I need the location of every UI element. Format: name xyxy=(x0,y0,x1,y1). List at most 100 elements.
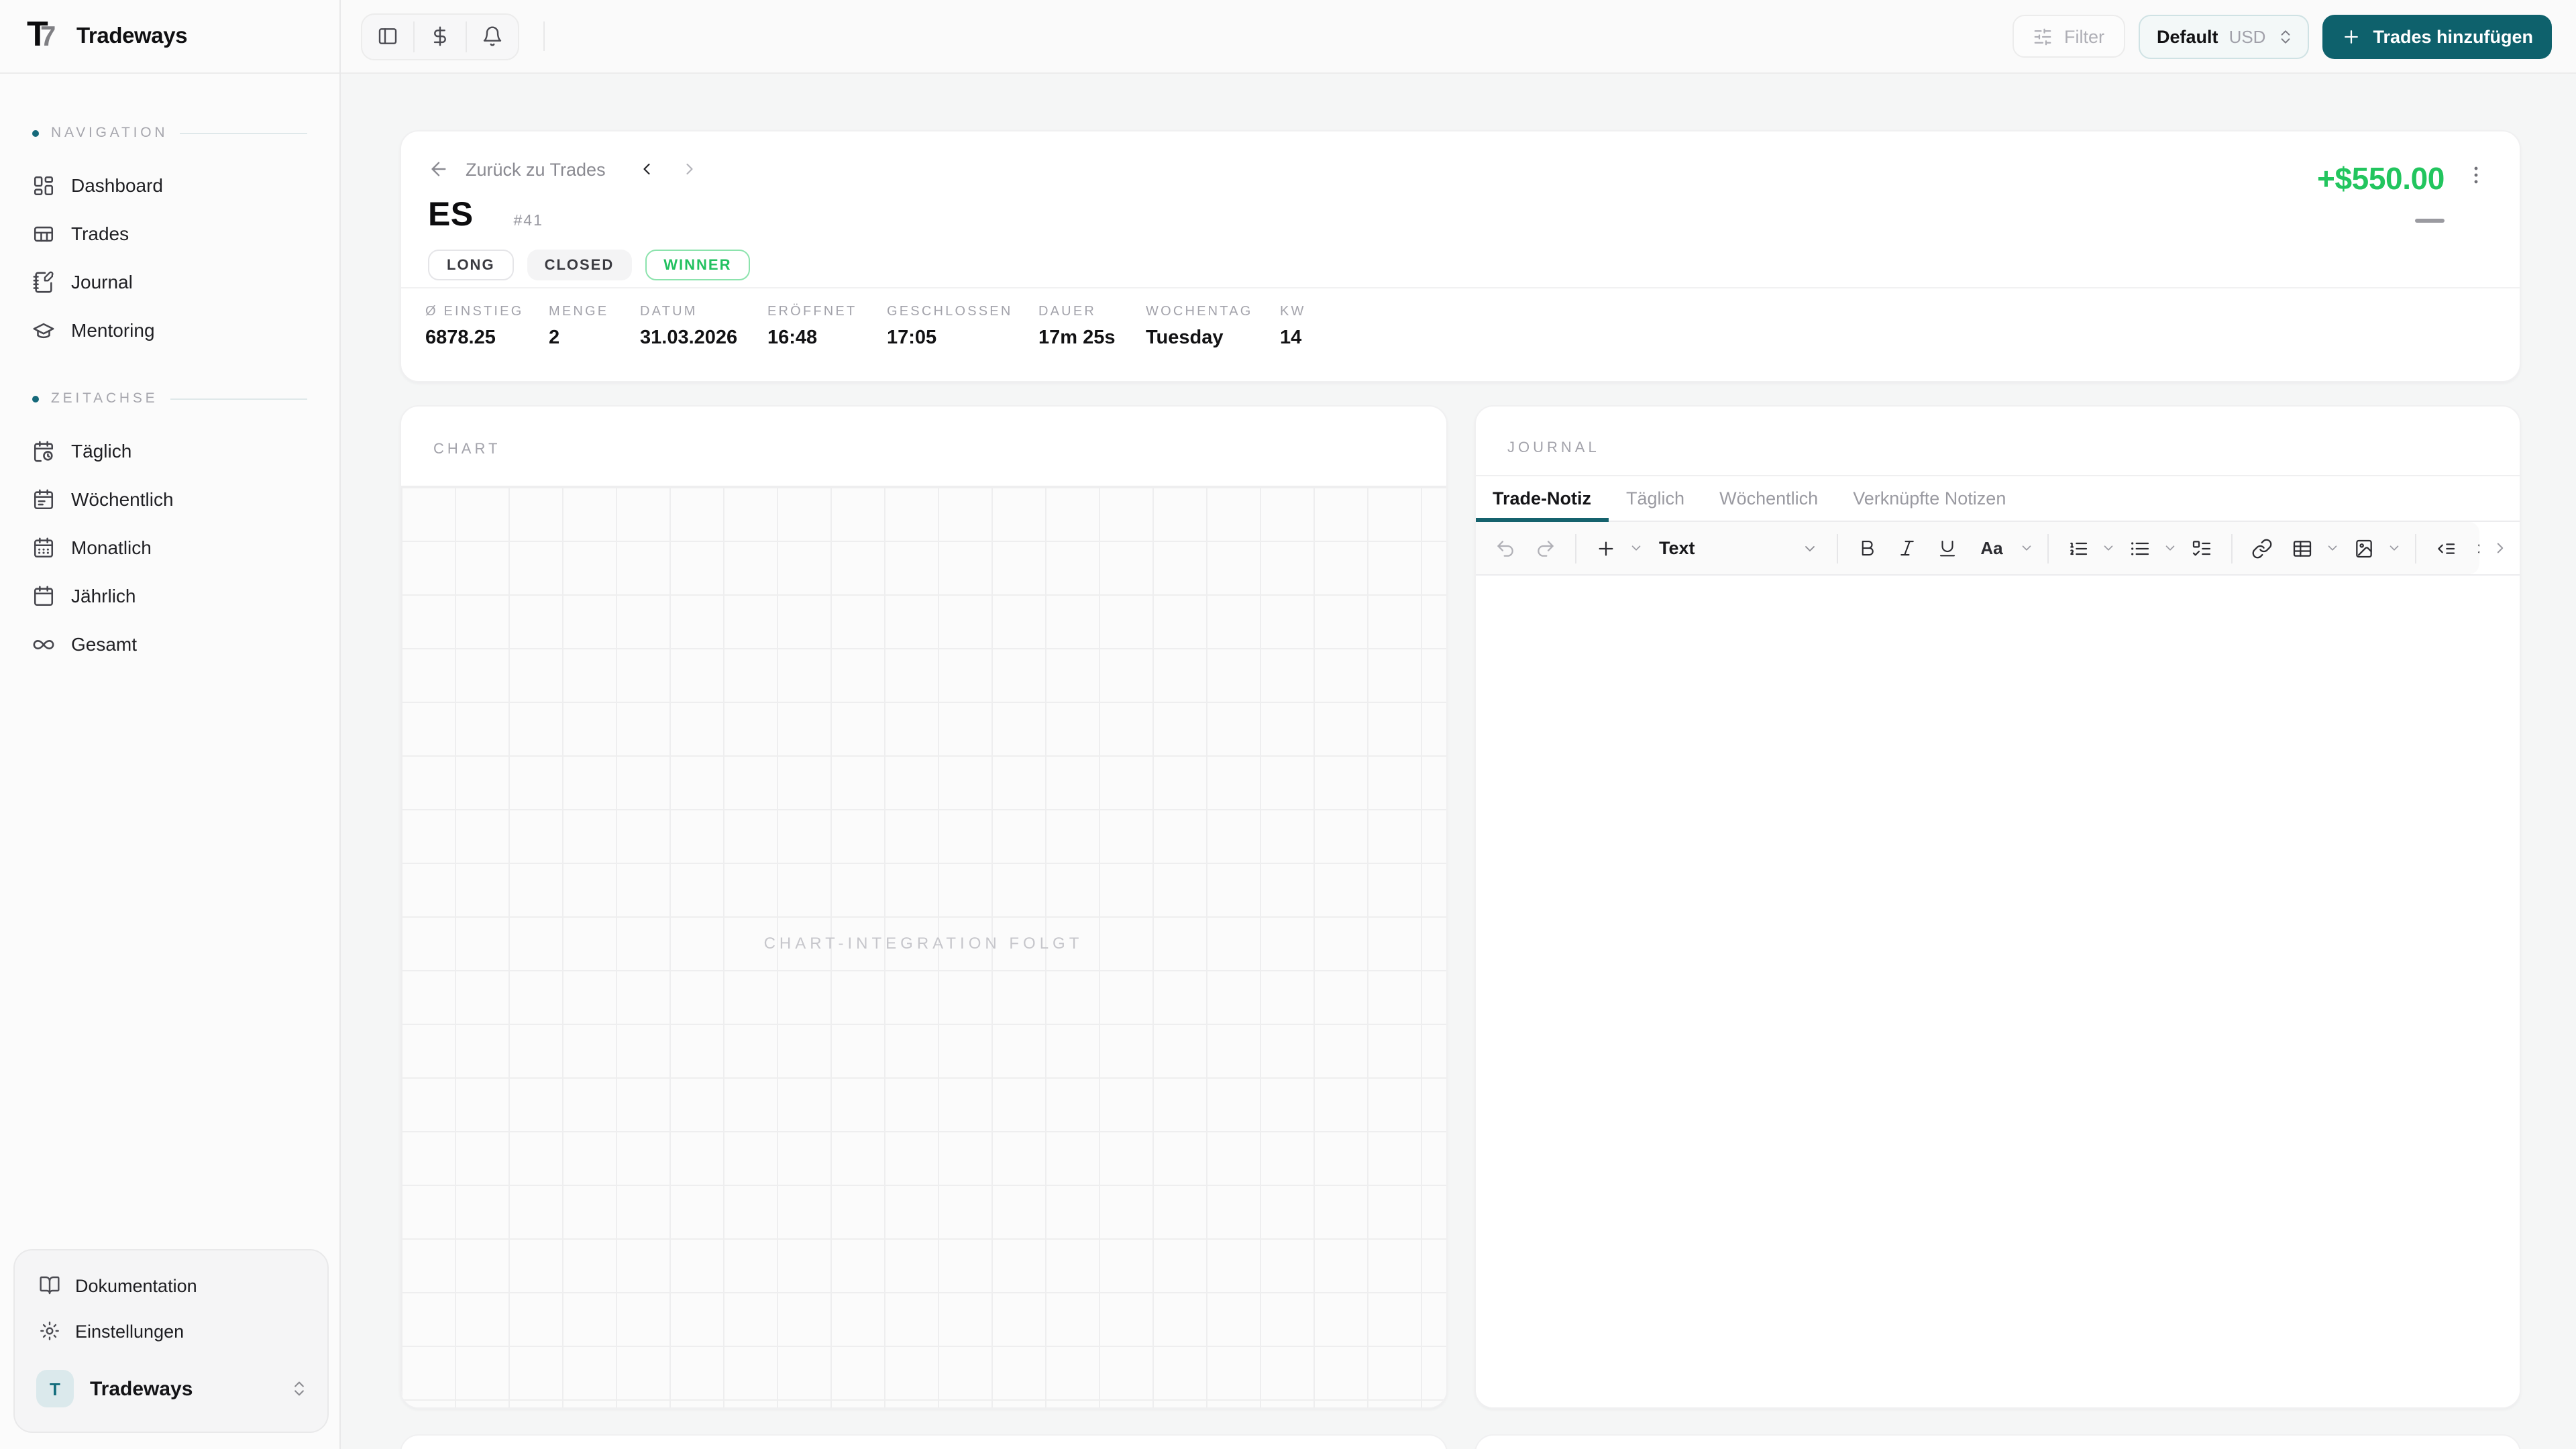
calendar-month-icon xyxy=(34,537,54,557)
link-icon xyxy=(2251,538,2271,558)
account-currency-select[interactable]: Default USD xyxy=(2138,14,2309,58)
text-style-dropdown[interactable]: Text xyxy=(1648,529,1825,567)
chevron-down-icon xyxy=(2165,545,2175,551)
graduation-cap-icon xyxy=(33,322,54,338)
insert-block-button[interactable] xyxy=(1587,529,1624,567)
image-button[interactable] xyxy=(2345,529,2382,567)
sidebar-item-monatlich[interactable]: Monatlich xyxy=(19,523,321,572)
section-title-zeitachse: ZEITACHSE xyxy=(51,390,158,407)
tab-trade-notiz[interactable]: Trade-Notiz xyxy=(1475,476,1609,522)
journal-card: JOURNAL Trade-Notiz Täglich Wöchentlich … xyxy=(1474,405,2521,1409)
previous-trade-chevron-left-icon[interactable] xyxy=(638,160,657,178)
account-switcher[interactable]: T Tradeways xyxy=(28,1362,314,1415)
panel-left-icon xyxy=(378,28,397,44)
sidebar-item-label: Trades xyxy=(71,223,129,244)
editor-toolbar: Text Aa xyxy=(1475,522,2479,574)
sidebar-item-dashboard[interactable]: Dashboard xyxy=(19,161,321,209)
checklist-icon xyxy=(2192,540,2210,555)
sidebar-item-taeglich[interactable]: Täglich xyxy=(19,427,321,475)
bullet-list-chevron[interactable] xyxy=(2161,541,2180,555)
calendar-week-icon xyxy=(34,488,54,509)
sidebar-item-gesamt[interactable]: Gesamt xyxy=(19,620,321,668)
sidebar-item-label: Journal xyxy=(71,271,133,292)
currency-button[interactable] xyxy=(415,14,466,58)
sidebar-item-label: Jährlich xyxy=(71,585,136,606)
add-trades-label: Trades hinzufügen xyxy=(2373,26,2533,46)
plus-icon xyxy=(2344,30,2358,43)
redo-icon xyxy=(1537,540,1553,556)
back-to-trades-link[interactable]: Zurück zu Trades xyxy=(428,158,606,180)
sidebar-item-woechentlich[interactable]: Wöchentlich xyxy=(19,475,321,523)
bold-button[interactable] xyxy=(1848,529,1886,567)
tab-taeglich[interactable]: Täglich xyxy=(1609,476,1702,521)
pnl-value: +$550.00 xyxy=(2317,161,2445,196)
journal-editor[interactable] xyxy=(1475,576,2520,1407)
sidebar-item-trades[interactable]: Trades xyxy=(19,209,321,258)
back-link-label: Zurück zu Trades xyxy=(466,159,606,179)
next-trade-chevron-right-icon[interactable] xyxy=(681,160,700,178)
sidebar-footer-card: Dokumentation Einstellungen T Tradeways xyxy=(13,1249,329,1433)
chevron-down-icon xyxy=(2104,545,2113,551)
chart-placeholder-grid: CHART-INTEGRATION FOLGT xyxy=(401,486,1446,1407)
book-open-icon xyxy=(40,1276,60,1295)
logo[interactable]: T 7 Tradeways xyxy=(0,0,339,74)
indent-button[interactable] xyxy=(2467,529,2479,567)
underline-icon xyxy=(1939,540,1955,557)
more-vertical-icon[interactable] xyxy=(2465,164,2487,186)
sidebar-item-jaehrlich[interactable]: Jährlich xyxy=(19,572,321,620)
sidebar-item-einstellungen[interactable]: Einstellungen xyxy=(28,1308,314,1354)
gear-icon xyxy=(40,1322,59,1340)
sidebar-item-dokumentation[interactable]: Dokumentation xyxy=(28,1263,314,1308)
redo-button[interactable] xyxy=(1526,529,1564,567)
image-chevron[interactable] xyxy=(2385,541,2404,555)
notifications-button[interactable] xyxy=(467,14,518,58)
italic-button[interactable] xyxy=(1888,529,1926,567)
indent-icon xyxy=(2477,543,2479,553)
nav-section-header: ZEITACHSE xyxy=(19,390,321,407)
chart-placeholder-text: CHART-INTEGRATION FOLGT xyxy=(763,933,1083,953)
topbar-icon-group xyxy=(361,13,519,60)
add-trades-button[interactable]: Trades hinzufügen xyxy=(2322,14,2552,58)
plus-icon xyxy=(1598,541,1613,555)
outdent-button[interactable] xyxy=(2426,529,2464,567)
undo-button[interactable] xyxy=(1486,529,1523,567)
sidebar-item-label: Täglich xyxy=(71,440,132,462)
trade-stats-row: Ø EINSTIEG 6878.25 MENGE 2 DATUM 31.03.2026… xyxy=(401,287,2520,381)
editor-toolbar-row: Text Aa xyxy=(1475,522,2520,576)
sidebar-item-label: Dashboard xyxy=(71,174,163,196)
sidebar-item-mentoring[interactable]: Mentoring xyxy=(19,306,321,354)
checklist-button[interactable] xyxy=(2182,529,2220,567)
trade-symbol: ES xyxy=(428,196,474,233)
divider xyxy=(1836,533,1837,563)
underline-button[interactable] xyxy=(1929,529,1966,567)
font-size-chevron[interactable] xyxy=(2017,541,2036,555)
sidebar-item-journal[interactable]: Journal xyxy=(19,258,321,306)
infinity-icon xyxy=(33,639,54,649)
stat-date: DATUM 31.03.2026 xyxy=(640,305,738,349)
status-badge: CLOSED xyxy=(527,250,632,280)
sidebar-item-label: Gesamt xyxy=(71,633,138,655)
account-name: Tradeways xyxy=(90,1377,193,1400)
filter-button[interactable]: Filter xyxy=(2012,15,2125,58)
tab-verknuepfte-notizen[interactable]: Verknüpfte Notizen xyxy=(1835,476,2023,521)
insert-block-chevron[interactable] xyxy=(1627,541,1646,555)
table-chevron[interactable] xyxy=(2323,541,2342,555)
link-button[interactable] xyxy=(2243,529,2280,567)
font-size-aa-label: Aa xyxy=(1980,538,2003,558)
divider xyxy=(2047,533,2048,563)
sidebar-toggle-button[interactable] xyxy=(362,14,413,58)
bullet-list-button[interactable] xyxy=(2121,529,2158,567)
section-divider xyxy=(180,132,307,133)
ordered-list-chevron[interactable] xyxy=(2099,541,2118,555)
avatar: T xyxy=(36,1370,74,1407)
font-size-button[interactable]: Aa xyxy=(1969,529,2015,567)
chart-card: CHART CHART-INTEGRATION FOLGT xyxy=(400,405,1447,1409)
selected-account: Default xyxy=(2157,26,2218,46)
toolbar-overflow-button[interactable] xyxy=(2479,522,2520,574)
tab-woechentlich[interactable]: Wöchentlich xyxy=(1702,476,1835,521)
section-divider xyxy=(170,398,307,399)
section-dot-icon xyxy=(32,129,39,136)
ordered-list-button[interactable] xyxy=(2059,529,2096,567)
trade-header-card: Zurück zu Trades ES #41 LONG CLOSED WINN… xyxy=(400,130,2521,382)
table-button[interactable] xyxy=(2283,529,2320,567)
